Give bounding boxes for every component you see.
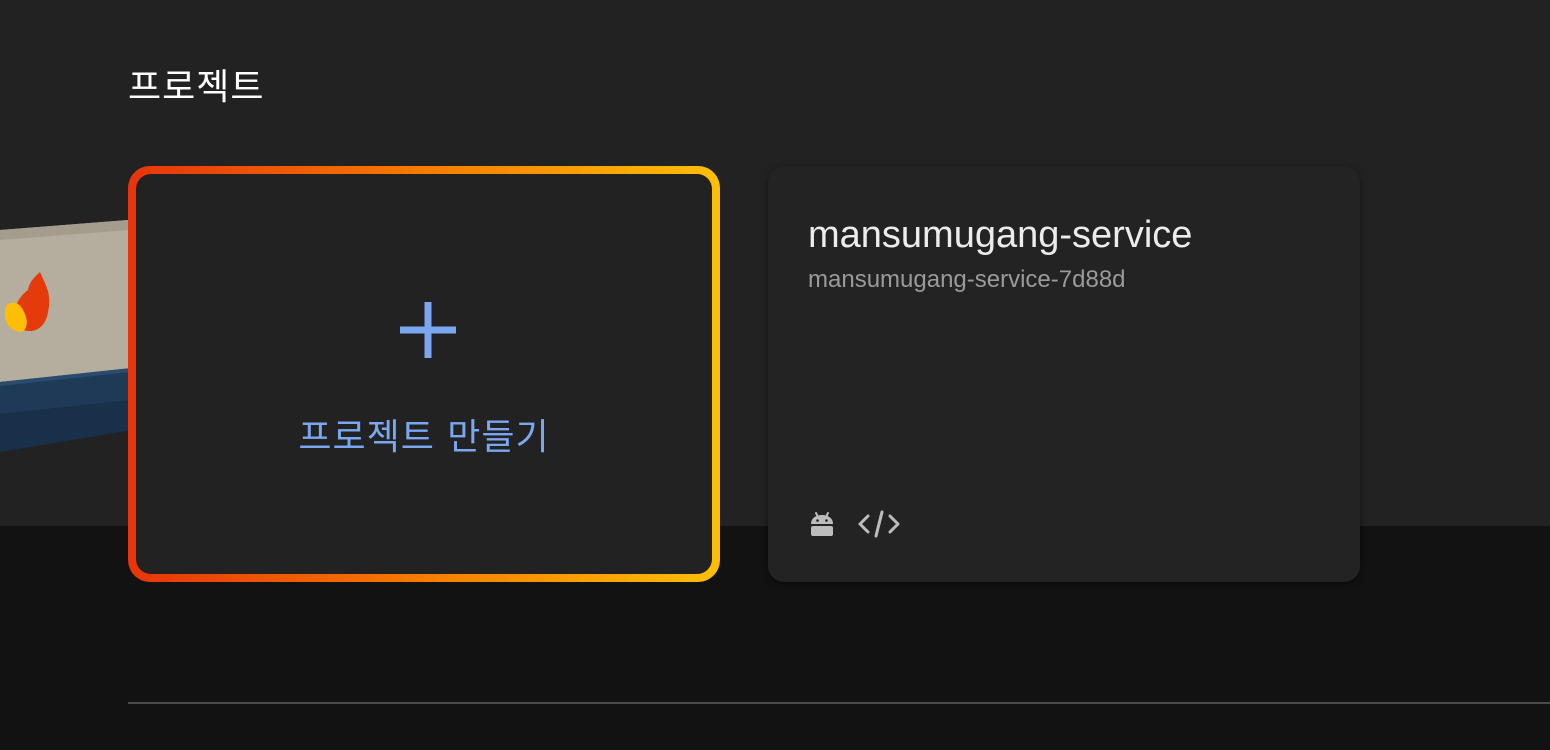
web-code-icon (858, 510, 900, 538)
project-name: mansumugang-service (808, 214, 1193, 256)
create-project-card[interactable]: 프로젝트 만들기 (128, 166, 720, 582)
plus-icon (400, 302, 456, 358)
laptop-illustration (0, 220, 132, 452)
project-card[interactable]: mansumugang-service mansumugang-service-… (768, 166, 1360, 582)
divider (128, 702, 1550, 704)
project-id: mansumugang-service-7d88d (808, 266, 1126, 293)
projects-page: 프로젝트 프로젝트 만들기 mansumugang-service mansum… (0, 0, 1550, 750)
create-project-label: 프로젝트 만들기 (298, 417, 550, 458)
section-title: 프로젝트 (128, 67, 265, 108)
platform-icons (808, 506, 900, 542)
android-icon (811, 512, 833, 536)
create-project-card-inner: 프로젝트 만들기 (136, 174, 712, 574)
